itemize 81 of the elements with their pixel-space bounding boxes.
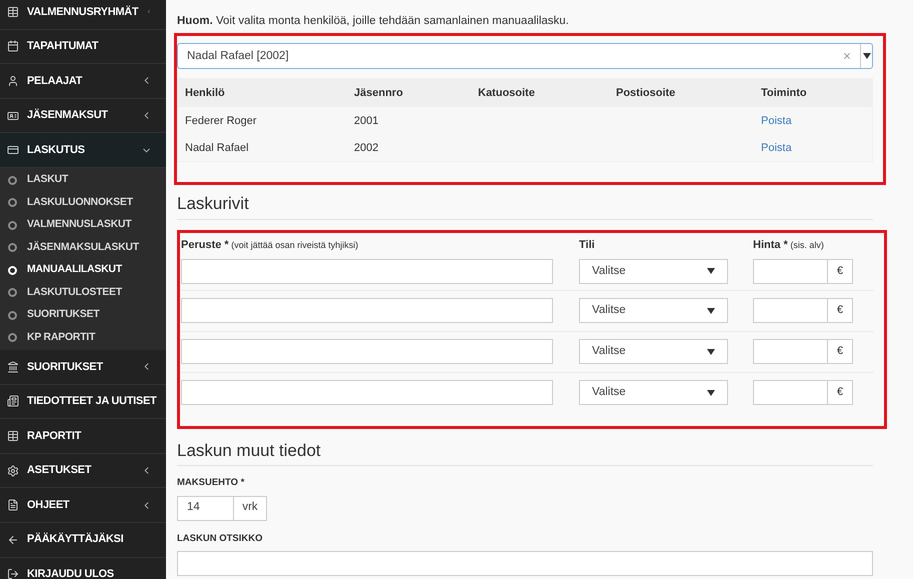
user-icon: [7, 74, 19, 87]
caret-icon: [707, 268, 715, 274]
caret-icon: [707, 308, 715, 314]
sidebar-label: PÄÄKÄYTTÄJÄKSI: [27, 532, 124, 548]
settings-icon: [7, 464, 19, 477]
field-label: LASKUN OTSIKKO: [177, 532, 264, 546]
note-text: Huom. Voit valita monta henkilöä, joille tehdään samanlainen manuaalilasku.: [177, 14, 570, 29]
sidebar-item[interactable]: TIEDOTTEET JA UUTISET: [0, 384, 166, 420]
bank-icon: [7, 360, 19, 373]
account-select[interactable]: Valitse: [579, 258, 728, 284]
currency-addon: €: [828, 380, 853, 406]
submenu-item[interactable]: LASKUTULOSTEET: [0, 281, 166, 304]
column-header: Postiosoite: [616, 86, 676, 101]
submenu-item[interactable]: KP RAPORTIT: [0, 326, 166, 349]
table-icon: [7, 6, 19, 18]
price-input[interactable]: [753, 298, 828, 324]
sidebar-label: SUORITUKSET: [27, 360, 104, 375]
submenu-item[interactable]: LASKUT: [0, 168, 166, 192]
newspaper-icon: [7, 395, 19, 408]
document-icon: [7, 499, 19, 512]
submenu-item[interactable]: MANUAALILASKUT: [0, 258, 166, 282]
clear-icon[interactable]: [842, 51, 852, 62]
remove-link[interactable]: Poista: [761, 140, 865, 156]
column-header: Tili: [579, 238, 596, 252]
sidebar-label: OHJEET: [27, 498, 70, 513]
sidebar-item[interactable]: LASKUTUS: [0, 133, 166, 168]
section-heading: Laskurivit: [177, 193, 250, 216]
logout-icon: [7, 568, 19, 579]
submenu-item[interactable]: VALMENNUSLASKUT: [0, 214, 166, 236]
account-select[interactable]: Valitse: [579, 339, 728, 364]
table-cell-text: Federer Roger: [185, 114, 258, 128]
column-header: Toiminto: [761, 86, 808, 101]
field-label: MAKSUEHTO *: [177, 476, 246, 490]
text-input[interactable]: [181, 380, 553, 406]
submenu-item[interactable]: LASKULUONNOKSET: [0, 191, 166, 214]
caret-icon: [707, 348, 715, 355]
sidebar-label: TAPAHTUMAT: [27, 39, 100, 54]
caret-icon: [707, 390, 715, 396]
column-header: Jäsennro: [354, 86, 404, 101]
arrow-left-icon: [7, 534, 19, 546]
sidebar-label: PELAAJAT: [27, 74, 84, 89]
section-heading: Laskun muut tiedot: [177, 440, 322, 462]
sidebar-label: LASKUTUS: [27, 142, 86, 158]
column-header: Hinta * (sis. alv): [753, 238, 825, 252]
text-input[interactable]: [181, 298, 553, 324]
card-icon: [7, 144, 19, 156]
column-header: Katuosoite: [478, 86, 536, 101]
price-input[interactable]: [753, 258, 828, 284]
sidebar-label: VALMENNUSRYHMÄT: [27, 4, 138, 20]
calendar-icon: [7, 40, 19, 52]
sidebar-label: RAPORTIT: [27, 428, 82, 444]
invoice-title-input[interactable]: [177, 550, 873, 576]
sidebar-label: ASETUKSET: [27, 463, 92, 478]
person-select[interactable]: Nadal Rafael [2002]: [177, 43, 873, 70]
sidebar-item[interactable]: KIRJAUDU ULOS: [0, 558, 166, 579]
table-icon: [7, 430, 19, 442]
submenu-item[interactable]: SUORITUKSET: [0, 304, 166, 326]
column-header: Henkilö: [185, 86, 226, 101]
unit-addon: vrk: [234, 496, 267, 520]
sidebar-item[interactable]: TAPAHTUMAT: [0, 30, 166, 64]
account-select[interactable]: Valitse: [579, 380, 728, 406]
price-input[interactable]: [753, 339, 828, 364]
currency-addon: €: [828, 339, 853, 364]
sidebar-label: KIRJAUDU ULOS: [27, 567, 115, 579]
sidebar-label: TIEDOTTEET JA UUTISET: [27, 394, 158, 410]
column-header: Peruste * (voit jättää osan riveistä tyhjiksi): [181, 238, 360, 252]
price-input[interactable]: [753, 380, 828, 406]
table-cell-text: 2002: [354, 140, 380, 156]
id-card-icon: [7, 110, 19, 122]
remove-link[interactable]: Poista: [761, 112, 865, 129]
table-cell-text: Nadal Rafael: [185, 140, 250, 156]
caret-icon: [862, 53, 870, 60]
currency-addon: €: [828, 298, 853, 324]
text-input[interactable]: [181, 258, 553, 284]
text-input[interactable]: [181, 339, 553, 364]
submenu-item[interactable]: JÄSENMAKSULASKUT: [0, 236, 166, 259]
table-cell-text: 2001: [354, 114, 380, 128]
sidebar-label: JÄSENMAKSUT: [27, 108, 109, 124]
account-select[interactable]: Valitse: [579, 298, 728, 324]
currency-addon: €: [828, 258, 853, 284]
payment-term-input[interactable]: 14: [177, 496, 234, 520]
